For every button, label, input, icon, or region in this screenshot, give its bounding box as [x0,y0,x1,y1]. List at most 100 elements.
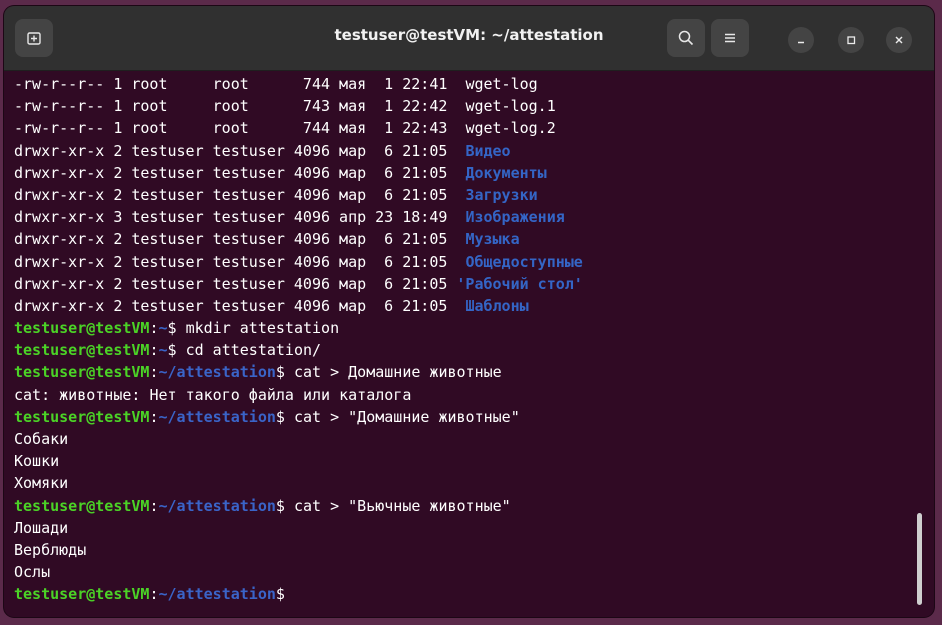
listing-month: мая [339,97,367,116]
listing-group: testuser [212,230,285,249]
listing-links: 2 [113,230,123,249]
output-text: Собаки [14,430,69,448]
prompt-path: ~/attestation [158,407,276,426]
listing-row: drwxr-xr-x 2 testuser testuser 4096 мар … [14,295,914,317]
output-line: Верблюды [14,539,914,561]
output-line: Кошки [14,450,914,472]
listing-links: 2 [113,252,123,271]
menu-button[interactable] [711,19,749,57]
output-text: Верблюды [14,540,87,559]
search-button[interactable] [667,19,705,57]
prompt-user: testuser@testVM [14,585,150,604]
listing-time: 21:05 [402,296,448,315]
prompt-line: testuser@testVM:~/attestation$ cat > "Вь… [14,495,914,517]
file-name: wget-log.2 [465,119,556,138]
listing-size: 744 [302,75,331,93]
prompt-line: testuser@testVM:~/attestation$ [14,583,914,605]
prompt-symbol: $ [275,363,285,382]
scrollbar-thumb[interactable] [917,513,922,605]
directory-name: Общедоступные [465,252,583,271]
maximize-icon [845,34,857,46]
output-text: Лошади [14,518,69,537]
listing-time: 21:05 [402,185,448,204]
listing-perm: -rw-r--r-- [14,97,105,116]
new-tab-button[interactable] [15,19,53,57]
prompt-separator: : [149,496,159,515]
output-line: Лошади [14,517,914,539]
output-line: Ослы [14,561,914,583]
prompt-symbol: $ [275,496,285,515]
maximize-button[interactable] [838,27,864,53]
listing-row: -rw-r--r-- 1 root root 744 мая 1 22:41 w… [14,73,914,95]
listing-links: 1 [113,119,123,138]
listing-perm: -rw-r--r-- [14,119,105,138]
listing-time: 21:05 [402,252,448,271]
command-text: cat > Домашние животные [284,363,502,382]
directory-name: Музыка [465,230,520,249]
listing-size: 4096 [293,163,331,182]
listing-time: 21:05 [402,230,448,249]
listing-day: 1 [384,119,394,138]
prompt-symbol: $ [275,407,285,426]
prompt-path: ~ [158,341,168,360]
listing-month: мар [339,252,367,271]
prompt-line: testuser@testVM:~$ mkdir attestation [14,317,914,339]
listing-group: testuser [212,252,285,271]
listing-month: мар [339,230,367,249]
listing-group: root [212,119,249,138]
listing-perm: -rw-r--r-- [14,75,105,93]
prompt-path: ~/attestation [158,496,276,515]
prompt-line: testuser@testVM:~$ cd attestation/ [14,339,914,361]
listing-links: 2 [113,141,123,160]
listing-size: 744 [302,119,331,138]
listing-group: testuser [212,274,285,293]
listing-month: мая [339,119,367,138]
listing-time: 21:05 [402,141,448,160]
minimize-button[interactable] [788,27,814,53]
listing-links: 2 [113,163,123,182]
prompt-user: testuser@testVM [14,363,150,382]
file-name: wget-log.1 [465,97,556,116]
listing-row: drwxr-xr-x 3 testuser testuser 4096 апр … [14,206,914,228]
listing-size: 743 [302,97,331,116]
output-text: Ослы [14,563,51,582]
listing-owner: testuser [131,208,204,227]
listing-owner: testuser [131,296,204,315]
prompt-symbol: $ [167,341,177,360]
directory-name: Документы [465,163,547,182]
prompt-path: ~ [158,319,168,338]
title-bar[interactable]: testuser@testVM: ~/attestation [4,6,934,71]
output-text: cat: животные: Нет такого файла или ката… [14,385,412,404]
directory-name: 'Рабочий стол' [456,274,583,293]
prompt-user: testuser@testVM [14,341,150,360]
listing-row: drwxr-xr-x 2 testuser testuser 4096 мар … [14,251,914,273]
prompt-separator: : [149,407,159,426]
listing-time: 18:49 [402,208,448,227]
listing-month: мар [339,163,367,182]
prompt-separator: : [149,363,159,382]
prompt-line: testuser@testVM:~/attestation$ cat > "До… [14,406,914,428]
close-button[interactable] [886,27,912,53]
listing-perm: drwxr-xr-x [14,296,105,315]
listing-owner: testuser [131,252,204,271]
listing-time: 21:05 [402,274,448,293]
listing-row: drwxr-xr-x 2 testuser testuser 4096 мар … [14,184,914,206]
output-line: Хомяки [14,472,914,494]
listing-row: drwxr-xr-x 2 testuser testuser 4096 мар … [14,273,914,295]
listing-links: 3 [113,208,123,227]
prompt-symbol: $ [275,585,285,604]
prompt-path: ~/attestation [158,363,276,382]
prompt-line: testuser@testVM:~/attestation$ cat > Дом… [14,361,914,383]
new-tab-icon [26,30,42,46]
listing-owner: testuser [131,141,204,160]
listing-perm: drwxr-xr-x [14,141,105,160]
listing-owner: testuser [131,230,204,249]
listing-owner: testuser [131,185,204,204]
listing-month: мар [339,185,367,204]
command-text: mkdir attestation [176,319,340,338]
terminal-output[interactable]: -rw-r--r-- 1 root root 744 мая 1 22:41 w… [14,73,914,613]
listing-group: testuser [212,208,285,227]
listing-time: 22:41 [402,75,448,93]
listing-links: 2 [113,296,123,315]
listing-row: -rw-r--r-- 1 root root 743 мая 1 22:42 w… [14,95,914,117]
